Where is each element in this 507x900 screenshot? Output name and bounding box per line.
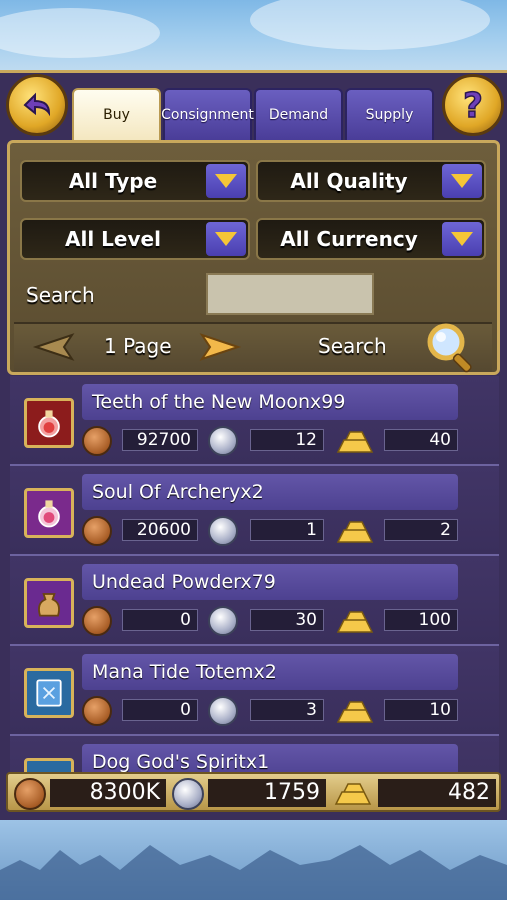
item-list: Teeth of the New Moonx99 92700 12 40 Sou… (10, 376, 499, 772)
gold-price: 2 (384, 519, 458, 541)
back-arrow-icon (23, 92, 51, 117)
copper-price: 92700 (122, 429, 198, 451)
gold-price: 10 (384, 699, 458, 721)
search-label: Search (26, 283, 95, 307)
pink-potion-icon (24, 488, 74, 538)
search-button[interactable]: Search (318, 334, 387, 358)
chevron-down-icon[interactable] (442, 164, 482, 198)
gold-bar-icon (336, 701, 374, 723)
next-page-icon[interactable] (198, 332, 242, 362)
wallet-silver: 1759 (208, 779, 326, 807)
wallet-bar: 8300K 1759 482 (6, 772, 501, 812)
list-item[interactable]: Soul Of Archeryx2 20600 1 2 (10, 466, 499, 556)
sky-background (0, 0, 507, 75)
copper-price: 0 (122, 699, 198, 721)
silver-coin-icon (208, 606, 238, 636)
wallet-gold: 482 (378, 779, 496, 807)
back-button[interactable] (6, 74, 68, 136)
wallet-copper: 8300K (50, 779, 166, 807)
gold-bar-icon (336, 611, 374, 633)
currency-dropdown[interactable]: All Currency (256, 218, 486, 260)
gold-price: 40 (384, 429, 458, 451)
type-dropdown-label: All Type (68, 169, 158, 193)
currency-dropdown-label: All Currency (280, 227, 418, 251)
level-dropdown[interactable]: All Level (20, 218, 250, 260)
gold-bar-icon (334, 783, 372, 805)
magnifier-icon[interactable] (424, 320, 482, 374)
silver-price: 3 (250, 699, 324, 721)
silver-price: 12 (250, 429, 324, 451)
search-input[interactable] (206, 273, 374, 315)
copper-coin-icon (82, 696, 112, 726)
copper-coin-icon (14, 778, 46, 810)
pager-bar (14, 322, 492, 372)
blue-item-icon (24, 758, 74, 772)
spell-book-icon (24, 668, 74, 718)
list-item[interactable]: Dog God's Spiritx1 (10, 736, 499, 772)
item-name: Dog God's Spiritx1 (82, 744, 458, 772)
page-indicator: 1 Page (104, 334, 172, 358)
red-potion-icon (24, 398, 74, 448)
gold-price: 100 (384, 609, 458, 631)
copper-coin-icon (82, 606, 112, 636)
question-mark-icon: ? (462, 85, 483, 125)
level-dropdown-label: All Level (65, 227, 161, 251)
svg-text:?: ? (463, 86, 483, 125)
tab-consignment[interactable]: Consignment (161, 88, 254, 140)
chevron-down-icon[interactable] (442, 222, 482, 256)
copper-coin-icon (82, 516, 112, 546)
list-item[interactable]: Teeth of the New Moonx99 92700 12 40 (10, 376, 499, 466)
item-name: Undead Powderx79 (82, 564, 458, 600)
quality-dropdown[interactable]: All Quality (256, 160, 486, 202)
silver-coin-icon (208, 696, 238, 726)
tab-demand[interactable]: Demand (254, 88, 343, 140)
copper-coin-icon (82, 426, 112, 456)
chevron-down-icon[interactable] (206, 222, 246, 256)
type-dropdown[interactable]: All Type (20, 160, 250, 202)
silver-coin-icon (208, 516, 238, 546)
tab-supply[interactable]: Supply (345, 88, 434, 140)
copper-price: 20600 (122, 519, 198, 541)
item-name: Teeth of the New Moonx99 (82, 384, 458, 420)
prev-page-icon[interactable] (32, 332, 76, 362)
list-item[interactable]: Undead Powderx79 0 30 100 (10, 556, 499, 646)
gold-bar-icon (336, 521, 374, 543)
town-background (0, 820, 507, 900)
item-name: Soul Of Archeryx2 (82, 474, 458, 510)
tab-bar: Buy Consignment Demand Supply (72, 88, 434, 140)
tab-buy[interactable]: Buy (72, 88, 161, 140)
silver-price: 1 (250, 519, 324, 541)
copper-price: 0 (122, 609, 198, 631)
silver-coin-icon (208, 426, 238, 456)
list-item[interactable]: Mana Tide Totemx2 0 3 10 (10, 646, 499, 736)
silver-price: 30 (250, 609, 324, 631)
powder-bag-icon (24, 578, 74, 628)
item-name: Mana Tide Totemx2 (82, 654, 458, 690)
chevron-down-icon[interactable] (206, 164, 246, 198)
help-button[interactable]: ? (442, 74, 504, 136)
quality-dropdown-label: All Quality (290, 169, 408, 193)
gold-bar-icon (336, 431, 374, 453)
silver-coin-icon (172, 778, 204, 810)
